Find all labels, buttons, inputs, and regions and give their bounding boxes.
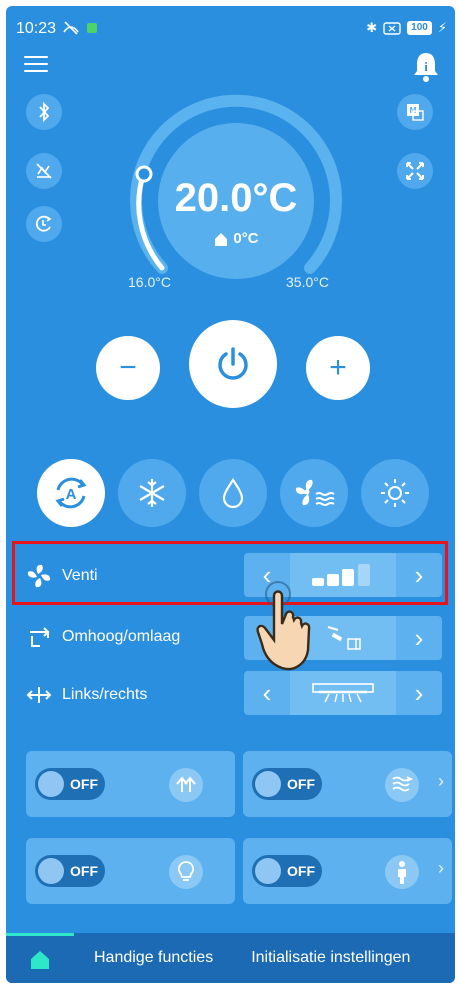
bottom-tab-bar: Handige functies Initialisatie instellin… [6, 933, 455, 983]
fan-mode-icon [295, 479, 335, 506]
person-sensor-toggle-label: OFF [287, 863, 315, 879]
power-icon [218, 347, 248, 380]
tab-home[interactable] [6, 933, 74, 983]
tab-initialisatie-instellingen[interactable]: Initialisatie instellingen [233, 949, 430, 967]
mode-m-icon: M [407, 104, 424, 121]
mode-cool-button[interactable] [118, 459, 186, 527]
home-icon [31, 950, 49, 969]
bluetooth-status-icon: ✱ [366, 20, 378, 35]
horizontal-louver-icon [312, 683, 374, 703]
indoor-temperature-value: 0°C [233, 230, 259, 247]
horizontal-swing-icon [26, 687, 52, 703]
person-sensor-card[interactable]: OFF › [243, 838, 452, 904]
links-rechts-next-button[interactable]: › [396, 671, 442, 715]
power-button[interactable] [189, 320, 277, 408]
snowflake-icon [139, 479, 165, 507]
timer-button[interactable] [26, 206, 62, 242]
vertical-swing-icon [30, 627, 50, 647]
airflow-chevron-icon[interactable]: › [438, 771, 444, 792]
omhoog-omlaag-text: Omhoog/omlaag [62, 628, 181, 645]
droplet-icon [222, 478, 244, 509]
plus-label: + [329, 351, 347, 384]
sleep-off-icon [36, 163, 52, 179]
no-sim-icon [383, 21, 401, 35]
app-notification-icon [87, 23, 97, 33]
links-rechts-text: Links/rechts [62, 686, 148, 703]
dial-handle [135, 165, 153, 183]
light-toggle-label: OFF [70, 863, 98, 879]
light-bulb-icon [169, 855, 203, 889]
turbo-toggle[interactable]: OFF [35, 768, 105, 800]
highlight-box [12, 541, 448, 605]
person-sensor-icon [385, 855, 419, 889]
light-card[interactable]: OFF [26, 838, 235, 904]
tab-handige-functies[interactable]: Handige functies [74, 949, 233, 967]
turbo-card[interactable]: OFF [26, 751, 235, 817]
turbo-arrows-icon [169, 768, 203, 802]
minus-label: − [119, 351, 137, 384]
indoor-temperature: 0°C [196, 230, 276, 247]
turbo-toggle-label: OFF [70, 776, 98, 792]
timer-icon [35, 215, 52, 232]
svg-text:i: i [424, 59, 428, 74]
home-temp-icon [215, 232, 228, 246]
status-bar: 10:23 ✱ 100 ⚡ [6, 6, 455, 50]
light-toggle[interactable]: OFF [35, 855, 105, 887]
airflow-icon [385, 768, 419, 802]
person-sensor-chevron-icon[interactable]: › [438, 858, 444, 879]
min-temperature-label: 16.0°C [128, 274, 171, 290]
mode-heat-button[interactable] [361, 459, 429, 527]
mode-dry-button[interactable] [199, 459, 267, 527]
sun-icon [381, 479, 409, 507]
set-temperature: 20.0°C [174, 176, 298, 220]
battery-icon: 100 [407, 21, 432, 35]
person-sensor-toggle[interactable]: OFF [252, 855, 322, 887]
svg-text:A: A [66, 486, 77, 503]
omhoog-omlaag-label: Omhoog/omlaag [26, 624, 180, 650]
do-not-disturb-icon [63, 21, 79, 35]
increase-temperature-button[interactable]: + [306, 336, 370, 400]
mode-fan-button[interactable] [280, 459, 348, 527]
sleep-off-button[interactable] [26, 153, 62, 189]
app-frame: 10:23 ✱ 100 ⚡ i M 20.0°C 0°C 16.0°C 35.0… [6, 6, 455, 983]
expand-icon [406, 162, 424, 180]
charging-icon: ⚡ [437, 20, 447, 35]
expand-button[interactable] [397, 153, 433, 189]
bell-info-icon[interactable]: i [411, 50, 441, 84]
status-time: 10:23 [16, 20, 57, 37]
bluetooth-button[interactable] [26, 94, 62, 130]
airflow-toggle-label: OFF [287, 776, 315, 792]
hamburger-menu-icon[interactable] [24, 56, 48, 74]
auto-mode-icon: A [55, 477, 87, 509]
pointing-hand-icon [256, 581, 311, 671]
airflow-toggle[interactable]: OFF [252, 768, 322, 800]
max-temperature-label: 35.0°C [286, 274, 329, 290]
decrease-temperature-button[interactable]: − [96, 336, 160, 400]
omhoog-omlaag-next-button[interactable]: › [396, 616, 442, 660]
airflow-card[interactable]: OFF › [243, 751, 452, 817]
mode-m-button[interactable]: M [397, 94, 433, 130]
mode-auto-button[interactable]: A [37, 459, 105, 527]
bluetooth-icon [39, 102, 50, 122]
links-rechts-label: Links/rechts [26, 682, 147, 708]
